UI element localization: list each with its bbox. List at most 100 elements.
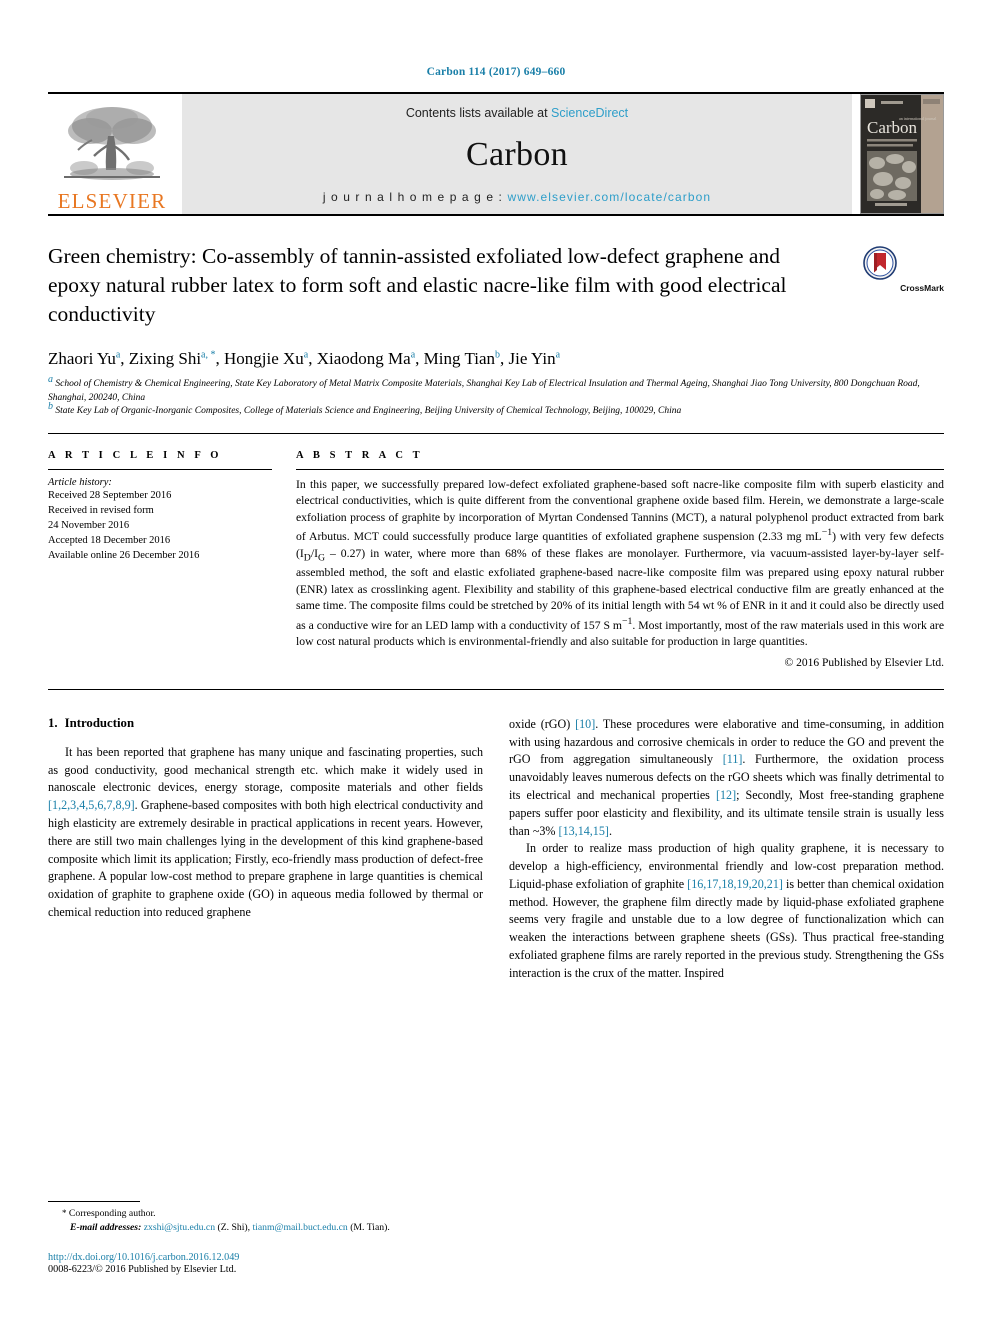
- abstract-label: A B S T R A C T: [296, 449, 424, 461]
- history-line: 24 November 2016: [48, 519, 130, 531]
- crossmark-label: CrossMark: [900, 282, 944, 293]
- corresponding-star: *: [62, 1207, 67, 1218]
- paragraph: In order to realize mass production of h…: [509, 840, 944, 982]
- info-abstract-region: A R T I C L E I N F O Article history: R…: [48, 434, 944, 669]
- paragraph: oxide (rGO) [10]. These procedures were …: [509, 716, 944, 840]
- crossmark-badge[interactable]: CrossMark: [863, 242, 944, 329]
- author-item: Ming Tianb,: [424, 349, 509, 368]
- journal-homepage-link[interactable]: www.elsevier.com/locate/carbon: [507, 190, 711, 204]
- email-label: E-mail addresses:: [70, 1221, 142, 1233]
- author-name: Hongjie Xu: [224, 349, 304, 369]
- page-footer: * Corresponding author. E-mail addresses…: [48, 1200, 478, 1275]
- author-item: Zixing Shia, *,: [129, 349, 224, 368]
- article-history-label: Article history:: [48, 476, 112, 488]
- history-line: Received 28 September 2016: [48, 489, 172, 501]
- para-seg: is better than chemical oxidation method…: [509, 876, 944, 980]
- email-owner-1: (Z. Shi),: [217, 1221, 251, 1233]
- elsevier-logo[interactable]: ELSEVIER: [48, 94, 176, 214]
- abstract-text: In this paper, we successfully prepared …: [296, 477, 944, 651]
- author-item: Hongjie Xua,: [224, 349, 317, 368]
- page-title: Green chemistry: Co-assembly of tannin-a…: [48, 244, 787, 327]
- running-head: Carbon 114 (2017) 649–660: [426, 66, 566, 78]
- article-info-column: A R T I C L E I N F O Article history: R…: [48, 450, 272, 669]
- para-seg: oxide (rGO): [509, 716, 576, 731]
- abstract-column: A B S T R A C T In this paper, we succes…: [296, 450, 944, 669]
- affiliation-mark: a: [48, 373, 53, 385]
- sciencedirect-link[interactable]: ScienceDirect: [551, 106, 628, 120]
- affiliation-text: School of Chemistry & Chemical Engineeri…: [48, 379, 920, 403]
- contents-prefix: Contents lists available at: [405, 106, 552, 120]
- email-link-2[interactable]: tianm@mail.buct.edu.cn: [252, 1222, 347, 1233]
- author-name: Ming Tian: [423, 349, 496, 369]
- email-link-1[interactable]: zxshi@sjtu.edu.cn: [144, 1222, 215, 1233]
- doi-link[interactable]: http://dx.doi.org/10.1016/j.carbon.2016.…: [48, 1252, 478, 1263]
- author-affil-mark: a: [555, 349, 561, 361]
- abstract-sup: −1: [821, 527, 833, 539]
- contents-available-line: Contents lists available at ScienceDirec…: [406, 106, 628, 120]
- author-item: Xiaodong Maa,: [317, 349, 424, 368]
- title-block: Green chemistry: Co-assembly of tannin-a…: [48, 216, 944, 329]
- author-item: Zhaori Yua,: [48, 349, 129, 368]
- abstract-sup: −1: [622, 615, 633, 627]
- section-heading-introduction: 1. Introduction: [48, 716, 483, 731]
- para-seg: It has been reported that graphene has m…: [48, 744, 483, 795]
- section-number: 1.: [48, 715, 58, 730]
- journal-title: Carbon: [466, 136, 568, 173]
- author-sep: ,: [308, 349, 317, 369]
- affiliation-list: a School of Chemistry & Chemical Enginee…: [48, 374, 944, 418]
- para-seg: .: [608, 823, 612, 838]
- journal-masthead: ELSEVIER Contents lists available at Sci…: [48, 94, 944, 214]
- para-seg: . Graphene-based composites with both hi…: [48, 798, 483, 919]
- article-page: Carbon 114 (2017) 649–660 ELSEVIER Conte…: [0, 0, 992, 1323]
- body-columns: 1. Introduction It has been reported that…: [48, 690, 944, 982]
- journal-homepage-line: j o u r n a l h o m e p a g e : www.else…: [323, 190, 711, 204]
- author-name: Jie Yin: [508, 349, 556, 369]
- body-left-column: 1. Introduction It has been reported that…: [48, 716, 483, 982]
- history-line: Accepted 18 December 2016: [48, 535, 171, 547]
- article-info-rule: [48, 468, 272, 470]
- author-list: Zhaori Yua, Zixing Shia, *, Hongjie Xua,…: [48, 349, 944, 369]
- history-line: Received in revised form: [48, 504, 154, 516]
- citation-ref[interactable]: [16,17,18,19,20,21]: [687, 877, 783, 891]
- elsevier-tree-icon: [62, 104, 162, 190]
- author-item: Jie Yina: [509, 349, 561, 368]
- corresponding-author-note: * Corresponding author.: [48, 1207, 478, 1221]
- author-sep: ,: [500, 349, 509, 369]
- masthead-center-panel: Contents lists available at ScienceDirec…: [182, 94, 852, 214]
- author-sep: ,: [120, 349, 129, 369]
- svg-text:an international journal: an international journal: [899, 116, 937, 121]
- citation-ref[interactable]: [13,14,15]: [559, 824, 609, 838]
- author-affil-mark: a, *: [201, 349, 216, 361]
- corresponding-text: Corresponding author.: [68, 1207, 156, 1219]
- abstract-sub: D: [303, 552, 311, 564]
- author-name: Xiaodong Ma: [316, 349, 411, 369]
- abstract-seg: /I: [310, 546, 318, 560]
- paragraph: It has been reported that graphene has m…: [48, 744, 483, 922]
- abstract-sub: G: [317, 552, 326, 564]
- footnote-rule: [48, 1200, 140, 1202]
- email-note: E-mail addresses: zxshi@sjtu.edu.cn (Z. …: [48, 1221, 478, 1235]
- author-sep: ,: [415, 349, 424, 369]
- author-name: Zixing Shi: [128, 349, 202, 369]
- affiliation-mark: b: [48, 400, 53, 412]
- section-title: Introduction: [64, 715, 135, 730]
- citation-ref[interactable]: [1,2,3,4,5,6,7,8,9]: [48, 798, 135, 812]
- homepage-prefix: j o u r n a l h o m e p a g e :: [322, 190, 508, 204]
- abstract-copyright: © 2016 Published by Elsevier Ltd.: [784, 656, 944, 669]
- elsevier-wordmark: ELSEVIER: [57, 189, 167, 213]
- citation-ref[interactable]: [10]: [575, 717, 595, 731]
- body-right-column: oxide (rGO) [10]. These procedures were …: [509, 716, 944, 982]
- author-sep: ,: [215, 349, 224, 369]
- history-line: Available online 26 December 2016: [48, 550, 200, 562]
- crossmark-icon: [863, 246, 897, 285]
- journal-cover-thumbnail[interactable]: Carbon an international journal: [860, 94, 944, 214]
- abstract-rule: [296, 468, 944, 470]
- affiliation-item: b State Key Lab of Organic-Inorganic Com…: [48, 401, 944, 418]
- affiliation-item: a School of Chemistry & Chemical Enginee…: [48, 374, 944, 405]
- citation-ref[interactable]: [11]: [723, 752, 743, 766]
- title-container: Green chemistry: Co-assembly of tannin-a…: [48, 242, 863, 329]
- article-info-label: A R T I C L E I N F O: [48, 449, 223, 461]
- issn-copyright: 0008-6223/© 2016 Published by Elsevier L…: [48, 1264, 237, 1275]
- author-name: Zhaori Yu: [48, 349, 116, 369]
- citation-ref[interactable]: [12]: [716, 788, 736, 802]
